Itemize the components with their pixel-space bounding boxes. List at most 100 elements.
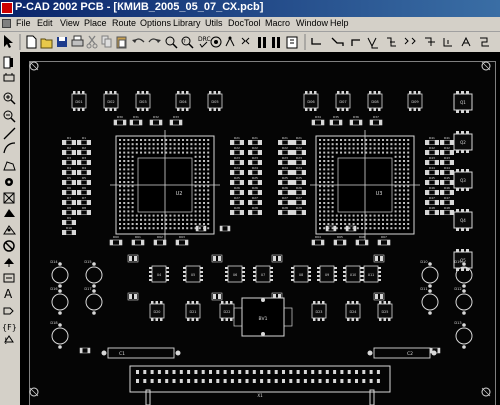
menu-view[interactable]: View bbox=[60, 18, 79, 28]
resistor-d-r24[interactable]: R24 bbox=[278, 166, 292, 175]
transistor-q15[interactable] bbox=[127, 292, 139, 301]
resistor-r27[interactable]: R27 bbox=[230, 196, 244, 205]
chip-d09[interactable]: D09 bbox=[407, 91, 423, 111]
smd-bottom-r61[interactable]: R61 bbox=[131, 235, 145, 246]
chip-d03[interactable]: D03 bbox=[135, 91, 151, 111]
transistor-q16[interactable] bbox=[211, 292, 223, 301]
resistor-f-r44[interactable]: R44 bbox=[440, 166, 454, 175]
smd-bottom-r60[interactable]: R60 bbox=[109, 235, 123, 246]
resistor-f-r43[interactable]: R43 bbox=[440, 156, 454, 165]
chip-d20[interactable]: D20 bbox=[149, 301, 165, 321]
led-d14[interactable]: D14 bbox=[50, 260, 69, 288]
menu-edit[interactable]: Edit bbox=[37, 18, 53, 28]
resistor-c-r21[interactable]: R21 bbox=[248, 136, 262, 145]
resistor-f-r42[interactable]: R42 bbox=[440, 146, 454, 155]
resistor-r1[interactable]: R1 bbox=[62, 136, 76, 145]
menu-macro[interactable]: Macro bbox=[265, 18, 290, 28]
route-mode-7-icon[interactable] bbox=[425, 37, 435, 46]
chip-q4[interactable]: Q4 bbox=[453, 209, 473, 231]
resistor-r47[interactable]: R47 bbox=[425, 196, 439, 205]
resistor-r41[interactable]: R41 bbox=[425, 136, 439, 145]
chip-q1[interactable]: Q1 bbox=[453, 91, 473, 113]
place-keepout-icon[interactable] bbox=[3, 240, 15, 252]
resistor-d-r23[interactable]: R23 bbox=[278, 156, 292, 165]
so-chip-u11[interactable]: U11 bbox=[361, 265, 381, 283]
paste-icon[interactable] bbox=[116, 36, 127, 49]
resistor-f-r48[interactable]: R48 bbox=[440, 206, 454, 215]
smd-top-r32[interactable]: R32 bbox=[149, 115, 163, 126]
smd-top-r31[interactable]: R31 bbox=[129, 115, 143, 126]
resistor-c-r27[interactable]: R27 bbox=[248, 196, 262, 205]
place-point-icon[interactable] bbox=[4, 258, 14, 267]
led-d16[interactable]: D16 bbox=[50, 287, 69, 315]
chip-d08[interactable]: D08 bbox=[367, 91, 383, 111]
place-dimension-icon[interactable]: {F} bbox=[2, 323, 17, 332]
chip-d23[interactable]: D23 bbox=[311, 301, 327, 321]
smd-top-r33[interactable]: R33 bbox=[169, 115, 183, 126]
bga-u3[interactable]: U3 bbox=[310, 130, 420, 240]
resistor-r3[interactable]: R3 bbox=[62, 156, 76, 165]
redo-icon[interactable] bbox=[148, 38, 161, 43]
resistor-b-r4[interactable]: R4 bbox=[77, 166, 91, 175]
menu-help[interactable]: Help bbox=[330, 18, 349, 28]
resistor-r44[interactable]: R44 bbox=[425, 166, 439, 175]
transistor-q11[interactable] bbox=[127, 254, 139, 263]
resistor-b-r3[interactable]: R3 bbox=[77, 156, 91, 165]
resistor-r7[interactable]: R7 bbox=[62, 196, 76, 205]
bus-route-icon[interactable] bbox=[272, 37, 280, 48]
resistor-r21[interactable]: R21 bbox=[230, 136, 244, 145]
place-arc-icon[interactable] bbox=[3, 142, 16, 154]
resistor-d-r28[interactable]: R28 bbox=[278, 206, 292, 215]
led-d18[interactable]: D18 bbox=[50, 321, 69, 349]
resistor-f-r47[interactable]: R47 bbox=[440, 196, 454, 205]
resistor-r9[interactable]: R9 bbox=[62, 216, 76, 225]
select-tool-icon[interactable] bbox=[3, 56, 13, 69]
place-copper-icon[interactable] bbox=[4, 209, 15, 217]
led-d13[interactable]: D13 bbox=[454, 321, 473, 349]
route-mode-10-icon[interactable] bbox=[480, 37, 489, 47]
led-d12[interactable]: D12 bbox=[454, 287, 473, 315]
so-chip-u5[interactable]: U5 bbox=[183, 265, 203, 283]
chip-d21[interactable]: D21 bbox=[185, 301, 201, 321]
resistor-r28[interactable]: R28 bbox=[230, 206, 244, 215]
small-smd[interactable] bbox=[219, 225, 231, 232]
menu-options[interactable]: Options bbox=[140, 18, 171, 28]
resistor-e-r21[interactable]: R21 bbox=[292, 136, 306, 145]
place-text-icon[interactable]: A bbox=[4, 287, 13, 301]
route-mode-2-icon[interactable] bbox=[331, 37, 344, 46]
resistor-e-r24[interactable]: R24 bbox=[292, 166, 306, 175]
smd-top-r37[interactable]: R37 bbox=[369, 115, 383, 126]
resistor-c-r22[interactable]: R22 bbox=[248, 146, 262, 155]
via-icon[interactable] bbox=[286, 36, 298, 49]
place-cutout-icon[interactable] bbox=[3, 225, 16, 235]
route-mode-4-icon[interactable] bbox=[367, 37, 378, 49]
menu-place[interactable]: Place bbox=[84, 18, 107, 28]
bga-u2[interactable]: U2 bbox=[110, 130, 220, 240]
resistor-d-r21[interactable]: R21 bbox=[278, 136, 292, 145]
resistor-b-r6[interactable]: R6 bbox=[77, 186, 91, 195]
smd-bottom-r66[interactable]: R66 bbox=[355, 235, 369, 246]
route-mode-3-icon[interactable] bbox=[351, 39, 360, 46]
chip-d22[interactable]: D22 bbox=[219, 301, 235, 321]
menu-doctool[interactable]: DocTool bbox=[228, 18, 261, 28]
resistor-r23[interactable]: R23 bbox=[230, 156, 244, 165]
chip-q3[interactable]: Q3 bbox=[453, 169, 473, 191]
smd-top-r35[interactable]: R35 bbox=[329, 115, 343, 126]
so-chip-u10[interactable]: U10 bbox=[343, 265, 363, 283]
resistor-r46[interactable]: R46 bbox=[425, 186, 439, 195]
smd-bottom-r64[interactable]: R64 bbox=[311, 235, 325, 246]
resistor-e-r25[interactable]: R25 bbox=[292, 176, 306, 185]
chip-d02[interactable]: D02 bbox=[103, 91, 119, 111]
transistor-q18[interactable] bbox=[373, 292, 385, 301]
pcb-canvas[interactable]: D01 D02 D03 D04 D05 D06 D07 D08 D09 Q1 Q2 Q3 Q4 Q5 U2 U… bbox=[20, 52, 500, 405]
transistor-q13[interactable] bbox=[271, 254, 283, 263]
resistor-e-r27[interactable]: R27 bbox=[292, 196, 306, 205]
place-ref-point-icon[interactable]: ! bbox=[4, 335, 14, 347]
chip-d04[interactable]: D04 bbox=[175, 91, 191, 111]
place-via-icon[interactable] bbox=[3, 192, 15, 204]
place-line-icon[interactable] bbox=[3, 127, 16, 140]
resistor-r26[interactable]: R26 bbox=[230, 186, 244, 195]
resistor-r8[interactable]: R8 bbox=[62, 206, 76, 215]
so-chip-u4[interactable]: U4 bbox=[149, 265, 169, 283]
resistor-r22[interactable]: R22 bbox=[230, 146, 244, 155]
